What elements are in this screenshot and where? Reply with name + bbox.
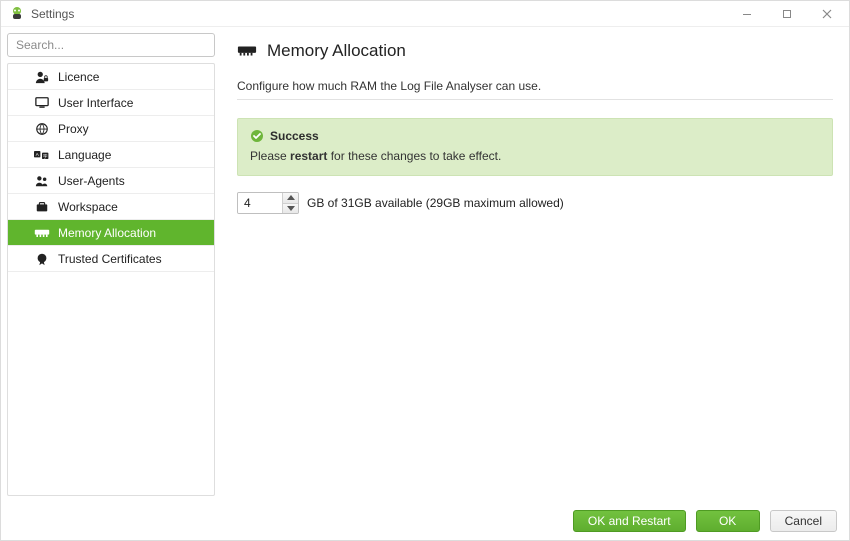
sidebar-item-label: Trusted Certificates <box>58 252 162 266</box>
alert-title: Success <box>270 129 319 143</box>
window-title: Settings <box>31 7 74 21</box>
minimize-button[interactable] <box>727 1 767 27</box>
certificate-icon <box>34 251 50 267</box>
sidebar-item-label: User-Agents <box>58 174 125 188</box>
sidebar-nav: Licence User Interface Proxy A <box>7 63 215 496</box>
memory-spinner[interactable] <box>237 192 299 214</box>
page-header: Memory Allocation <box>237 41 833 71</box>
sidebar-item-label: Memory Allocation <box>58 226 156 240</box>
app-icon <box>9 6 25 22</box>
sidebar-item-trusted-certificates[interactable]: Trusted Certificates <box>8 246 214 272</box>
memory-step-down[interactable] <box>283 203 298 214</box>
close-button[interactable] <box>807 1 847 27</box>
page-description: Configure how much RAM the Log File Anal… <box>237 71 833 100</box>
memory-row: GB of 31GB available (29GB maximum allow… <box>237 192 833 214</box>
sidebar-item-language[interactable]: A字 Language <box>8 142 214 168</box>
memory-icon <box>34 225 50 241</box>
main-panel: Memory Allocation Configure how much RAM… <box>221 27 849 502</box>
memory-input[interactable] <box>238 193 282 213</box>
sidebar-item-proxy[interactable]: Proxy <box>8 116 214 142</box>
sidebar-item-memory-allocation[interactable]: Memory Allocation <box>8 220 214 246</box>
memory-step-up[interactable] <box>283 193 298 203</box>
briefcase-icon <box>34 199 50 215</box>
titlebar: Settings <box>1 1 849 27</box>
sidebar-item-user-agents[interactable]: User-Agents <box>8 168 214 194</box>
sidebar-item-label: Workspace <box>58 200 118 214</box>
sidebar: Licence User Interface Proxy A <box>1 27 221 502</box>
globe-icon <box>34 121 50 137</box>
cancel-button[interactable]: Cancel <box>770 510 837 532</box>
settings-window: Settings Licence <box>0 0 850 541</box>
sidebar-item-label: Language <box>58 148 111 162</box>
user-lock-icon <box>34 69 50 85</box>
monitor-icon <box>34 95 50 111</box>
alert-body: Please restart for these changes to take… <box>250 149 820 163</box>
sidebar-item-label: Licence <box>58 70 99 84</box>
sidebar-item-user-interface[interactable]: User Interface <box>8 90 214 116</box>
footer: OK and Restart OK Cancel <box>1 502 849 540</box>
search-input[interactable] <box>7 33 215 57</box>
users-icon <box>34 173 50 189</box>
success-alert: Success Please restart for these changes… <box>237 118 833 176</box>
memory-icon <box>237 44 257 58</box>
success-icon <box>250 129 264 143</box>
sidebar-item-label: Proxy <box>58 122 89 136</box>
maximize-button[interactable] <box>767 1 807 27</box>
ok-and-restart-button[interactable]: OK and Restart <box>573 510 686 532</box>
language-icon: A字 <box>34 147 50 163</box>
sidebar-item-licence[interactable]: Licence <box>8 64 214 90</box>
memory-suffix-label: GB of 31GB available (29GB maximum allow… <box>307 196 564 210</box>
sidebar-item-label: User Interface <box>58 96 133 110</box>
ok-button[interactable]: OK <box>696 510 760 532</box>
page-title: Memory Allocation <box>267 41 406 61</box>
sidebar-item-workspace[interactable]: Workspace <box>8 194 214 220</box>
